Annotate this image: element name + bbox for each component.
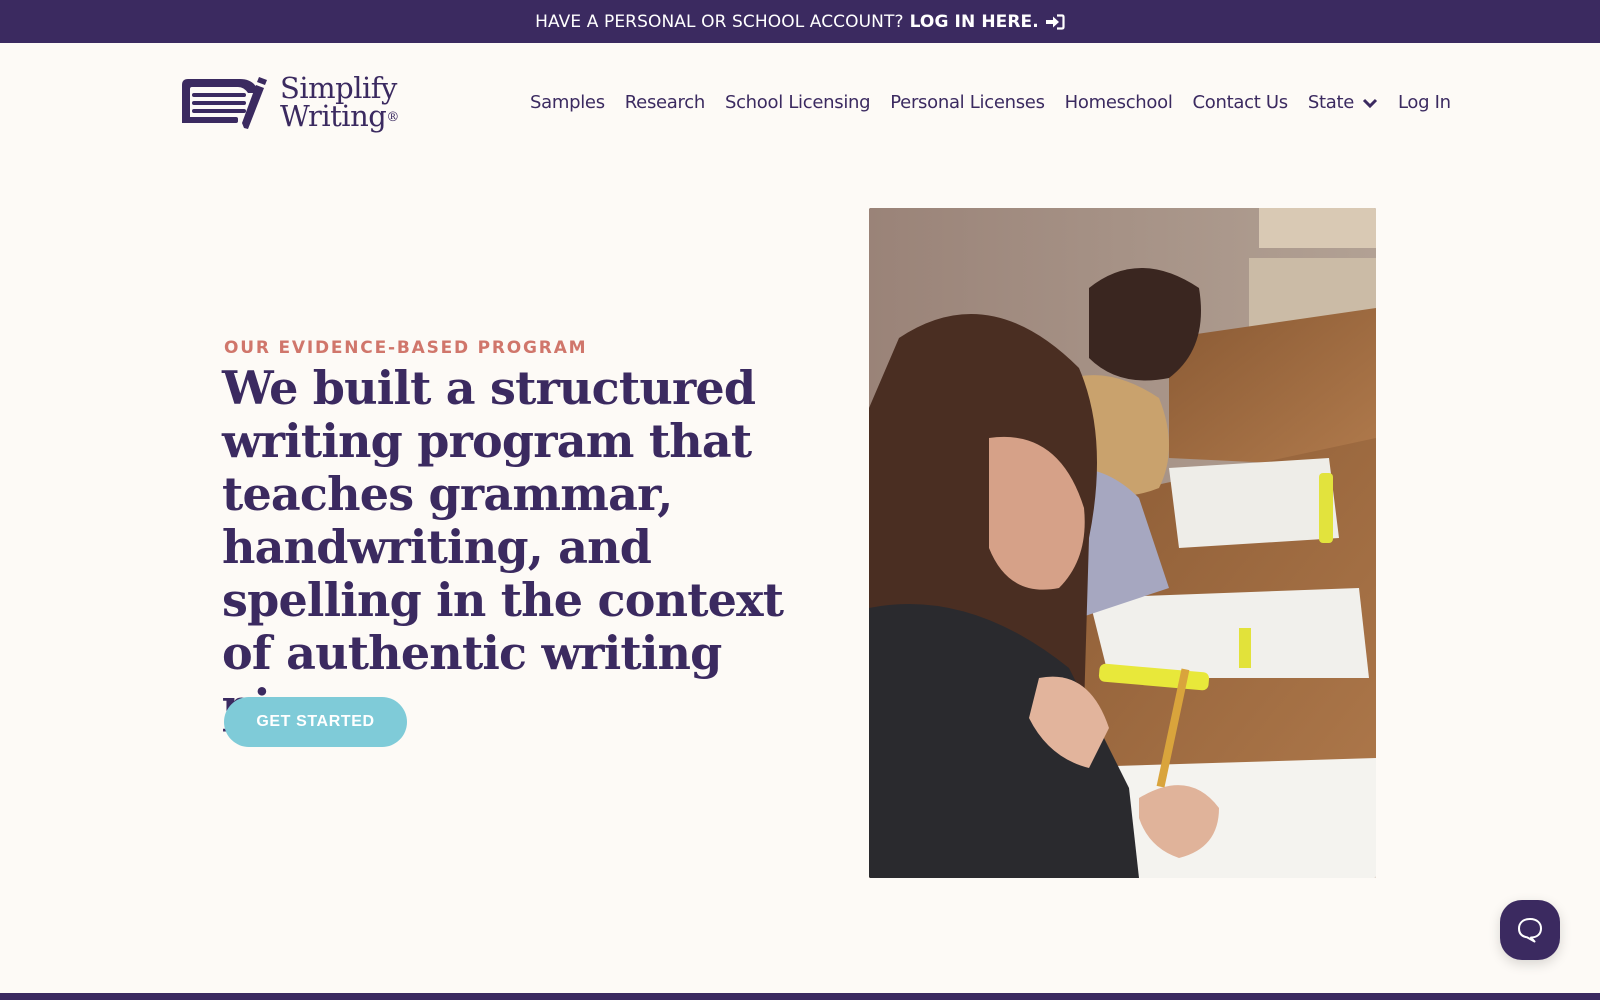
hero-headline: We built a structured writing program th… [222, 361, 784, 733]
chat-bubble-icon [1518, 918, 1542, 943]
nav-item-homeschool[interactable]: Homeschool [1065, 92, 1173, 113]
brand-line-1: Simplify [280, 71, 397, 105]
nav-item-contact-us[interactable]: Contact Us [1193, 92, 1289, 113]
brand-line-2-text: Writing [280, 99, 387, 133]
sign-in-icon [1045, 13, 1065, 30]
hero-eyebrow: OUR EVIDENCE-BASED PROGRAM [224, 338, 588, 358]
footer-edge [0, 993, 1600, 1000]
nav-item-personal-licenses[interactable]: Personal Licenses [890, 92, 1045, 113]
hero-photo [869, 208, 1376, 878]
nav-item-log-in[interactable]: Log In [1398, 92, 1451, 113]
nav-item-state-dropdown[interactable]: State [1308, 92, 1378, 113]
announcement-login-link[interactable]: LOG IN HERE. [910, 12, 1065, 32]
announcement-text: HAVE A PERSONAL OR SCHOOL ACCOUNT? [535, 11, 904, 32]
notebook-pencil-logo-icon [182, 77, 267, 129]
classroom-photo-illustration [869, 208, 1376, 878]
brand-wordmark: Simplify Writing® [280, 71, 399, 133]
brand-line-2: Writing® [280, 99, 399, 133]
chat-launcher-button[interactable] [1500, 900, 1560, 960]
registered-mark: ® [386, 110, 399, 125]
nav-item-samples[interactable]: Samples [530, 92, 605, 113]
announcement-login-label: LOG IN HERE. [909, 11, 1039, 32]
nav-item-research[interactable]: Research [625, 92, 705, 113]
nav-item-state-label: State [1307, 92, 1354, 113]
get-started-button[interactable]: GET STARTED [224, 697, 407, 747]
brand-logo[interactable]: Simplify Writing® [178, 73, 399, 131]
announcement-bar: HAVE A PERSONAL OR SCHOOL ACCOUNT? LOG I… [0, 0, 1600, 43]
chevron-down-icon [1362, 98, 1378, 108]
main-nav: Samples Research School Licensing Person… [530, 92, 1471, 113]
nav-item-school-licensing[interactable]: School Licensing [725, 92, 871, 113]
